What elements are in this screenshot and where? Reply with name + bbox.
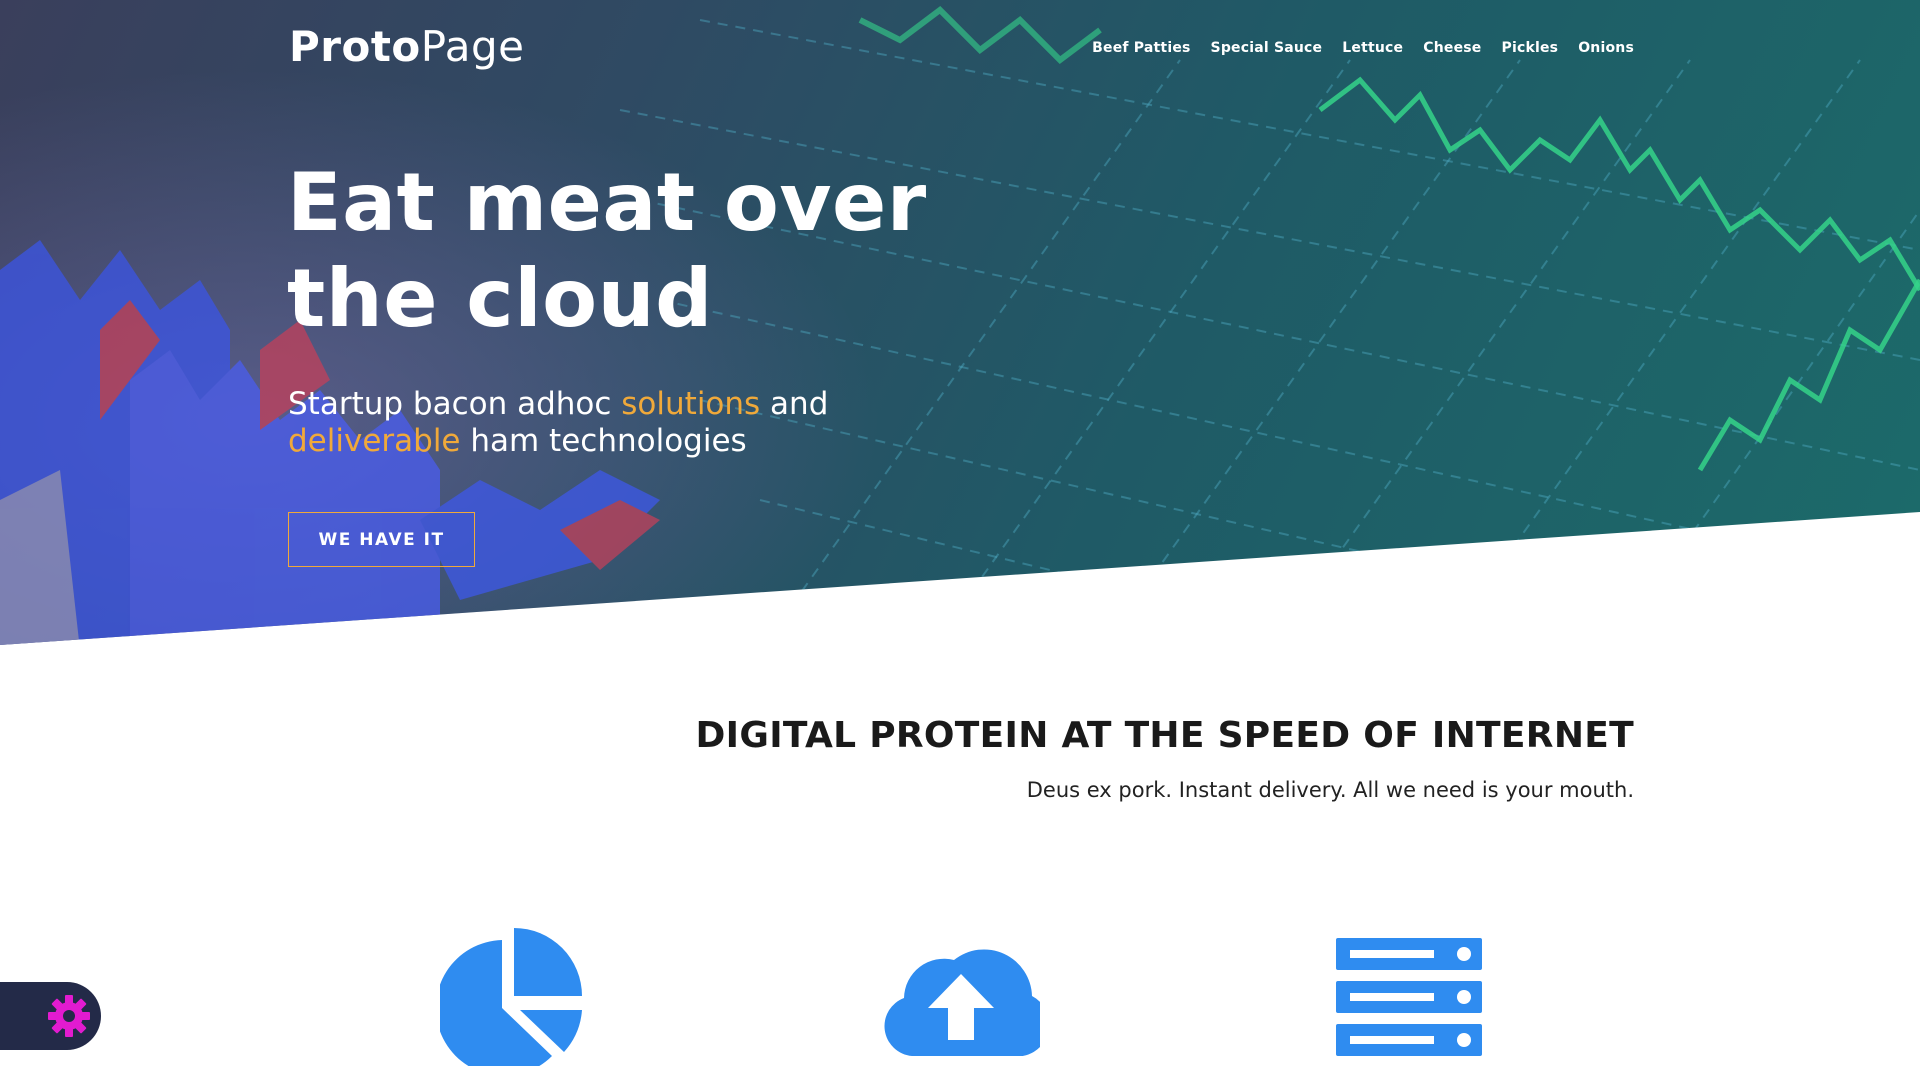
logo-text-bold: Proto [289, 22, 421, 71]
nav-item-onions[interactable]: Onions [1578, 40, 1634, 56]
nav-item-pickles[interactable]: Pickles [1502, 40, 1559, 56]
we-have-it-button[interactable]: WE HAVE IT [288, 512, 475, 567]
hero-title-line2: the cloud [287, 252, 713, 345]
page: ProtoPage Beef Patties Special Sauce Let… [0, 0, 1920, 1080]
hero-section: ProtoPage Beef Patties Special Sauce Let… [0, 0, 1920, 645]
hero-subtitle-highlight1: solutions [621, 386, 761, 422]
settings-toggle-button[interactable] [0, 982, 101, 1050]
pie-chart-icon [440, 928, 582, 1066]
logo-text-light: Page [420, 22, 525, 71]
section-title: DIGITAL PROTEIN AT THE SPEED OF INTERNET [695, 715, 1634, 756]
hero-subtitle-part3: ham technologies [460, 423, 747, 459]
hero-subtitle-part1: Startup bacon adhoc [288, 386, 622, 422]
nav-item-lettuce[interactable]: Lettuce [1342, 40, 1403, 56]
gear-icon [48, 995, 90, 1037]
hero-title: Eat meat over the cloud [287, 155, 987, 347]
cloud-upload-icon [884, 949, 1040, 1056]
logo[interactable]: ProtoPage [289, 22, 524, 71]
nav-item-special-sauce[interactable]: Special Sauce [1211, 40, 1323, 56]
main-nav: Beef Patties Special Sauce Lettuce Chees… [1092, 40, 1634, 56]
hero-subtitle-part2: and [760, 386, 829, 422]
hero-title-line1: Eat meat over [287, 156, 927, 249]
nav-item-beef-patties[interactable]: Beef Patties [1092, 40, 1190, 56]
hero-subtitle: Startup bacon adhoc solutions and delive… [288, 386, 988, 460]
section-subtitle: Deus ex pork. Instant delivery. All we n… [1026, 778, 1634, 802]
server-icon [1336, 938, 1482, 1056]
nav-item-cheese[interactable]: Cheese [1423, 40, 1481, 56]
hero-subtitle-highlight2: deliverable [288, 423, 461, 459]
